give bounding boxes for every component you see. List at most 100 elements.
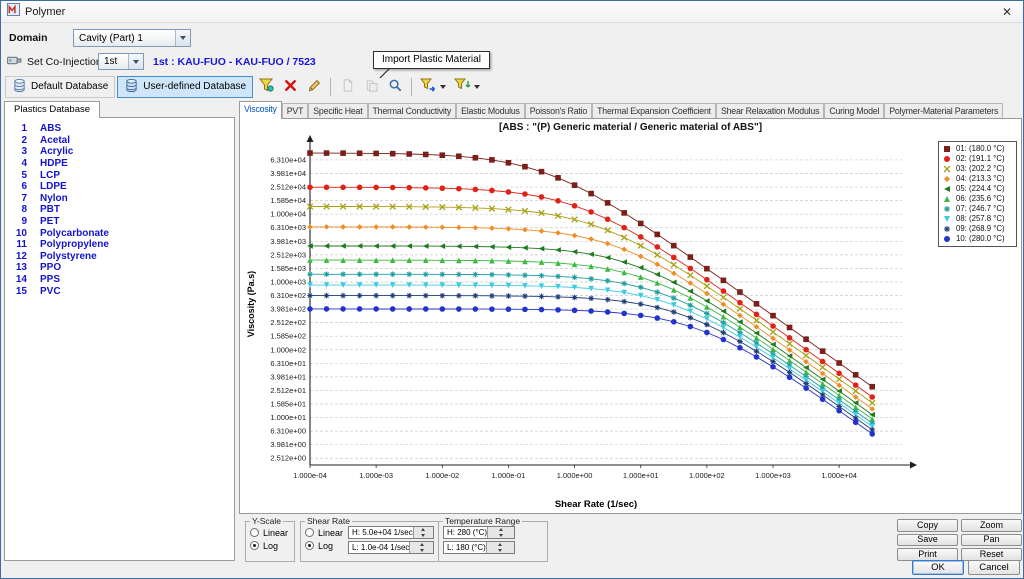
- svg-text:1.000e-03: 1.000e-03: [359, 471, 393, 480]
- y-scale-group-title: Y-Scale: [250, 516, 283, 526]
- tab-specific-heat[interactable]: Specific Heat: [308, 103, 367, 119]
- tree-item-acetal[interactable]: 2Acetal: [5, 135, 234, 147]
- chevron-down-icon: [175, 30, 190, 46]
- import-funnel-icon: [420, 77, 437, 96]
- tree-item-polycarbonate[interactable]: 10Polycarbonate: [5, 227, 234, 239]
- tree-item-ppo[interactable]: 13PPO: [5, 262, 234, 274]
- shear-rate-log-radio[interactable]: Log: [305, 539, 343, 552]
- temperature-high-input[interactable]: H: 280 (°C): [443, 526, 515, 539]
- ok-button[interactable]: OK: [912, 560, 964, 575]
- shear-rate-low-value: L: 1.0e-04 1/sec: [352, 543, 409, 552]
- tree-item-pet[interactable]: 9PET: [5, 216, 234, 228]
- document-icon: [340, 78, 355, 96]
- co-injection-label: Set Co-Injection: [27, 56, 102, 68]
- edit-material-button[interactable]: [303, 76, 325, 98]
- svg-text:6.310e+01: 6.310e+01: [270, 359, 306, 368]
- legend-item: 10: (280.0 °C): [941, 234, 1014, 244]
- tree-item-lcp[interactable]: 5LCP: [5, 169, 234, 181]
- spin-down-icon[interactable]: [487, 548, 514, 554]
- tab-viscosity[interactable]: Viscosity: [239, 101, 282, 119]
- svg-text:1.000e+00: 1.000e+00: [557, 471, 593, 480]
- shear-rate-high-input[interactable]: H: 5.0e+04 1/sec: [348, 526, 434, 539]
- pencil-icon: [307, 78, 322, 96]
- spinner-control[interactable]: [413, 527, 433, 538]
- delete-material-button[interactable]: [279, 76, 301, 98]
- add-material-button[interactable]: [255, 76, 277, 98]
- svg-text:1.585e+01: 1.585e+01: [270, 399, 306, 408]
- chevron-down-icon: [474, 85, 480, 89]
- app-icon: [7, 3, 20, 21]
- domain-select[interactable]: Cavity (Part) 1: [73, 29, 191, 47]
- spinner-control[interactable]: [487, 527, 514, 538]
- zoom-button[interactable]: Zoom: [961, 519, 1022, 532]
- export-material-button[interactable]: [451, 76, 483, 98]
- svg-text:3.981e+00: 3.981e+00: [270, 440, 306, 449]
- user-defined-database-button[interactable]: User-defined Database: [117, 76, 253, 98]
- shear-rate-linear-radio[interactable]: Linear: [305, 526, 343, 539]
- plastics-database-tab[interactable]: Plastics Database: [4, 101, 100, 118]
- tree-item-ldpe[interactable]: 6LDPE: [5, 181, 234, 193]
- shear-rate-low-input[interactable]: L: 1.0e-04 1/sec: [348, 541, 434, 554]
- legend-item: 05: (224.4 °C): [941, 184, 1014, 194]
- tab-polymer-material-parameters[interactable]: Polymer-Material Parameters: [884, 103, 1003, 119]
- reset-button[interactable]: Reset: [961, 548, 1022, 561]
- temperature-low-value: L: 180 (°C): [447, 543, 486, 552]
- svg-text:3.981e+01: 3.981e+01: [270, 372, 306, 381]
- toolbar-separator: [411, 78, 412, 96]
- spinner-control[interactable]: [409, 542, 433, 553]
- tab-thermal-expansion-coefficient[interactable]: Thermal Expansion Coefficient: [592, 103, 716, 119]
- tab-poisson-s-ratio[interactable]: Poisson's Ratio: [525, 103, 592, 119]
- polymer-dialog: Polymer ✕ Domain Cavity (Part) 1 Set Co-…: [0, 0, 1024, 579]
- default-database-button[interactable]: Default Database: [5, 76, 115, 98]
- default-database-label: Default Database: [31, 81, 108, 92]
- tree-item-pvc[interactable]: 15PVC: [5, 285, 234, 297]
- tree-item-abs[interactable]: 1ABS: [5, 123, 234, 135]
- svg-text:1.000e+02: 1.000e+02: [270, 345, 306, 354]
- spinner-control[interactable]: [486, 542, 514, 553]
- copy-material-button[interactable]: [336, 76, 358, 98]
- svg-text:1.000e+01: 1.000e+01: [623, 471, 659, 480]
- chart-title: [ABS : "(P) Generic material / Generic m…: [240, 122, 1021, 133]
- tree-item-polystyrene[interactable]: 12Polystyrene: [5, 251, 234, 263]
- x-axis-label: Shear Rate (1/sec): [240, 499, 952, 510]
- y-scale-linear-radio[interactable]: Linear: [250, 526, 290, 539]
- tab-pvt[interactable]: PVT: [282, 103, 309, 119]
- tree-item-polypropylene[interactable]: 11Polypropylene: [5, 239, 234, 251]
- cancel-button[interactable]: Cancel: [968, 560, 1020, 575]
- legend-item: 06: (235.6 °C): [941, 194, 1014, 204]
- tree-item-hdpe[interactable]: 4HDPE: [5, 158, 234, 170]
- tree-item-acrylic[interactable]: 3Acrylic: [5, 146, 234, 158]
- dialog-buttons: OK Cancel: [912, 560, 1020, 575]
- import-tooltip: Import Plastic Material: [373, 51, 490, 69]
- tree-item-pbt[interactable]: 8PBT: [5, 204, 234, 216]
- tree-item-nylon[interactable]: 7Nylon: [5, 193, 234, 205]
- svg-text:1.000e+01: 1.000e+01: [270, 413, 306, 422]
- co-injection-select[interactable]: 1st: [98, 53, 144, 70]
- save-button[interactable]: Save: [897, 534, 958, 547]
- y-scale-log-radio[interactable]: Log: [250, 539, 290, 552]
- close-button[interactable]: ✕: [991, 1, 1023, 22]
- temperature-low-input[interactable]: L: 180 (°C): [443, 541, 515, 554]
- temperature-high-value: H: 280 (°C): [447, 528, 487, 537]
- pan-button[interactable]: Pan: [961, 534, 1022, 547]
- import-material-button[interactable]: [417, 76, 449, 98]
- tab-thermal-conductivity[interactable]: Thermal Conductivity: [368, 103, 457, 119]
- svg-text:1.000e-02: 1.000e-02: [425, 471, 459, 480]
- domain-label: Domain: [9, 32, 48, 44]
- spin-down-icon[interactable]: [488, 533, 514, 539]
- title-bar: Polymer: [1, 1, 1023, 23]
- print-button[interactable]: Print: [897, 548, 958, 561]
- tab-elastic-modulus[interactable]: Elastic Modulus: [456, 103, 525, 119]
- y-scale-linear-label: Linear: [263, 528, 288, 538]
- import-tooltip-text: Import Plastic Material: [382, 54, 481, 65]
- tree-item-pps[interactable]: 14PPS: [5, 274, 234, 286]
- spin-down-icon[interactable]: [414, 533, 433, 539]
- legend-item: 09: (268.9 °C): [941, 224, 1014, 234]
- legend-item: 07: (246.7 °C): [941, 204, 1014, 214]
- tab-shear-relaxation-modulus[interactable]: Shear Relaxation Modulus: [716, 103, 824, 119]
- y-scale-group: Y-Scale Linear Log: [245, 516, 295, 562]
- svg-text:3.981e+03: 3.981e+03: [270, 237, 306, 246]
- tab-curing-model[interactable]: Curing Model: [824, 103, 884, 119]
- copy-button[interactable]: Copy: [897, 519, 958, 532]
- spin-down-icon[interactable]: [410, 548, 433, 554]
